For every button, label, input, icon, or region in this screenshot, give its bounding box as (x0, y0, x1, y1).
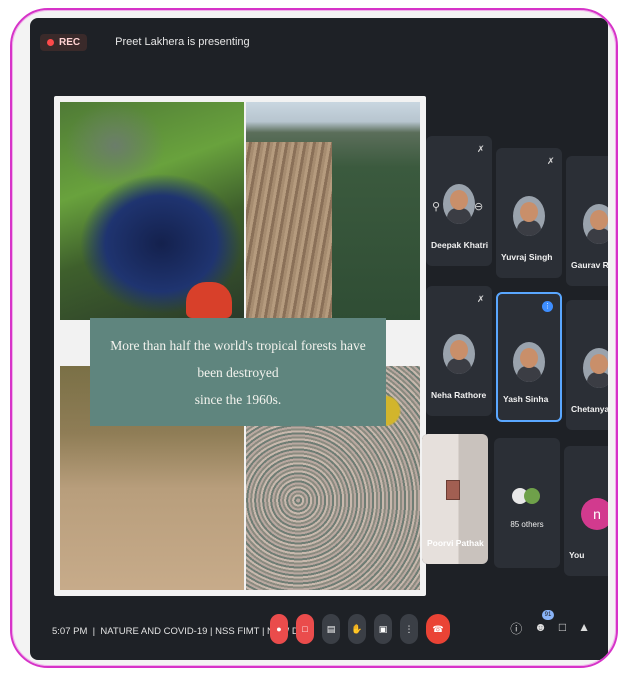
more-options-button[interactable]: ⋮ (400, 614, 418, 644)
mic-off-icon: ● (276, 624, 282, 634)
participant-tile-yash[interactable]: ⋮ Yash Sinha (496, 292, 562, 422)
captions-button[interactable]: ▤ (322, 614, 340, 644)
others-count: 85 others (510, 520, 544, 529)
person-figure (186, 282, 232, 318)
participant-tile-others[interactable]: 85 others (494, 438, 560, 568)
end-call-button[interactable]: ☎ (426, 614, 450, 644)
activities-icon[interactable]: ▲ (578, 620, 590, 637)
participant-name: Chetanya Kohli (571, 404, 608, 414)
slide-image-deforestation (246, 102, 420, 320)
chat-icon[interactable]: □ (559, 620, 566, 637)
mic-off-icon: ✗ (477, 144, 485, 154)
present-icon: ▣ (378, 623, 388, 634)
avatar (513, 342, 545, 382)
participant-tile-you[interactable]: ✗ n You (564, 446, 608, 576)
participant-tile-yuvraj[interactable]: ✗ Yuvraj Singh (496, 148, 562, 278)
participant-tile-deepak[interactable]: ⚲ ⊖ ✗ Deepak Khatri (426, 136, 492, 266)
participant-tile-gaurav[interactable]: ✗ Gaurav Rewari (566, 156, 608, 286)
participant-name: Deepak Khatri (431, 240, 489, 250)
info-icon[interactable]: ⓘ (510, 620, 522, 637)
presenting-text: Preet Lakhera is presenting (115, 36, 250, 48)
rec-label: REC (59, 36, 81, 48)
cleared-land (246, 142, 332, 320)
participant-tile-chetanya[interactable]: ✗ Chetanya Kohli (566, 300, 608, 430)
avatar (443, 184, 475, 224)
presentation-slide: More than half the world's tropical fore… (54, 96, 426, 596)
wall-picture (446, 480, 460, 500)
caption-line-2: since the 1960s. (194, 391, 282, 407)
participant-name: Gaurav Rewari (571, 260, 608, 270)
photo-frame: REC Preet Lakhera is presenting More tha… (10, 8, 618, 668)
captions-icon: ▤ (326, 623, 336, 634)
mic-toggle-button[interactable]: ● (270, 614, 288, 644)
record-dot-icon (47, 38, 54, 46)
meet-window: REC Preet Lakhera is presenting More tha… (30, 18, 608, 660)
present-button[interactable]: ▣ (374, 614, 392, 644)
phone-hangup-icon: ☎ (432, 623, 444, 634)
camera-off-icon: □ (302, 624, 308, 634)
slide-image-waste-water (60, 102, 244, 320)
hand-icon: ✋ (351, 623, 363, 634)
participant-tile-poorvi[interactable]: Poorvi Pathak (422, 434, 488, 564)
slide-caption: More than half the world's tropical fore… (90, 318, 386, 426)
participant-name: Poorvi Pathak (427, 538, 484, 548)
you-avatar: n (581, 498, 608, 530)
recording-badge: REC (40, 33, 88, 51)
call-controls: ● □ ▤ ✋ ▣ ⋮ ☎ (270, 614, 450, 644)
participant-name: Neha Rathore (431, 390, 487, 400)
top-bar: REC Preet Lakhera is presenting (30, 18, 608, 66)
speaking-indicator-icon: ⋮ (542, 301, 553, 312)
side-panel-icons: ⓘ ☻ □ ▲ (510, 620, 590, 637)
avatar (524, 488, 540, 504)
more-vert-icon: ⋮ (404, 623, 414, 634)
participant-name: You (569, 550, 585, 560)
avatar (583, 348, 608, 388)
participant-tile-neha[interactable]: ✗ Neha Rathore (426, 286, 492, 416)
avatar (443, 334, 475, 374)
avatar (583, 204, 608, 244)
people-count-badge: 91 (542, 610, 554, 620)
participant-name: Yuvraj Singh (501, 252, 553, 262)
mic-off-icon: ✗ (477, 294, 485, 304)
bottom-bar: 5:07 PM | NATURE AND COVID-19 | NSS FIMT… (30, 602, 608, 660)
people-icon[interactable]: ☻ (534, 620, 547, 637)
others-avatars (512, 484, 542, 508)
participant-name: Yash Sinha (503, 394, 549, 404)
clock-time: 5:07 PM (52, 625, 88, 637)
camera-toggle-button[interactable]: □ (296, 614, 314, 644)
mic-off-icon: ✗ (547, 156, 555, 166)
remove-icon[interactable]: ⊖ (474, 200, 486, 213)
avatar (513, 196, 545, 236)
caption-line-1: More than half the world's tropical fore… (110, 337, 366, 380)
raise-hand-button[interactable]: ✋ (348, 614, 366, 644)
